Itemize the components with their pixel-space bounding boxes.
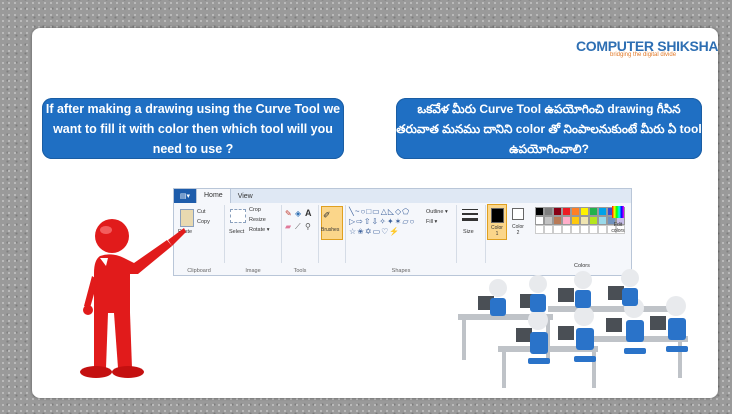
palette-swatch[interactable] (544, 216, 553, 225)
color-picker-icon[interactable]: ⟋ (295, 222, 301, 232)
size-group: Size (457, 205, 486, 263)
question-english: If after making a drawing using the Curv… (42, 98, 344, 159)
select-icon (230, 209, 246, 223)
shapes-row-1[interactable]: ╲~○□▭△◺◇⬠ (349, 207, 410, 216)
red-pointing-figure (80, 219, 186, 378)
ribbon-tabs: ▤▾ Home View (174, 189, 631, 203)
color2-button[interactable]: Color 2 (509, 204, 527, 238)
cut-button[interactable]: Cut (197, 209, 206, 215)
size-line-1 (462, 209, 478, 210)
image-label: Image (245, 268, 261, 274)
palette-swatch[interactable] (535, 216, 544, 225)
color2-swatch (512, 208, 524, 220)
palette-swatch[interactable] (589, 207, 598, 216)
pencil-icon[interactable]: ✎ (285, 209, 292, 218)
rotate-button[interactable]: Rotate ▾ (249, 227, 270, 233)
tools-label: Tools (293, 268, 307, 274)
palette-swatch-empty[interactable] (598, 225, 607, 234)
edit-colors-label: Edit colors (611, 222, 625, 234)
crop-button[interactable]: Crop (249, 207, 261, 213)
palette-swatch[interactable] (571, 207, 580, 216)
question-english-text: If after making a drawing using the Curv… (45, 101, 341, 156)
outline-button[interactable]: Outline ▾ (426, 209, 448, 215)
palette-swatch[interactable] (535, 207, 544, 216)
ribbon-body: Paste Cut Copy Clipboard Select Crop Res… (174, 203, 631, 275)
palette-swatch[interactable] (580, 207, 589, 216)
slide: COMPUTER SHIKSHA bridging the digital di… (32, 28, 718, 398)
palette-swatch[interactable] (562, 216, 571, 225)
palette-swatch-empty[interactable] (553, 225, 562, 234)
palette-swatch[interactable] (553, 207, 562, 216)
fill-button[interactable]: Fill ▾ (426, 219, 437, 225)
fill-icon[interactable]: ◈ (295, 209, 301, 218)
brushes-group: ✐ Brushes (319, 205, 346, 263)
tools-group: ✎ ◈ A ▰ ⟋ ⚲ Tools (282, 205, 319, 274)
size-button[interactable]: Size (463, 229, 474, 235)
select-button[interactable]: Select (229, 229, 244, 235)
image-group: Select Crop Resize Rotate ▾ Image (225, 205, 282, 274)
magnifier-icon[interactable]: ⚲ (305, 222, 311, 231)
palette-swatch[interactable] (589, 216, 598, 225)
resize-button[interactable]: Resize (249, 217, 266, 223)
computer-shiksha-logo: COMPUTER SHIKSHA bridging the digital di… (576, 38, 718, 68)
file-menu-button[interactable]: ▤▾ (174, 189, 196, 203)
color1-label: Color 1 (491, 225, 503, 237)
palette-swatch[interactable] (598, 216, 607, 225)
copy-button[interactable]: Copy (197, 219, 210, 225)
palette-swatch[interactable] (598, 207, 607, 216)
shapes-row-3[interactable]: ☆✬✡▭♡⚡ (349, 227, 400, 236)
palette-swatch[interactable] (562, 207, 571, 216)
classroom-illustration (458, 269, 688, 388)
palette-swatch[interactable] (553, 216, 562, 225)
palette-swatch-empty[interactable] (571, 225, 580, 234)
tab-home[interactable]: Home (196, 189, 231, 203)
palette-swatch-empty[interactable] (544, 225, 553, 234)
color1-swatch (491, 208, 504, 223)
rainbow-icon (612, 206, 624, 218)
palette-swatch-empty[interactable] (535, 225, 544, 234)
eraser-icon[interactable]: ▰ (285, 222, 291, 231)
paint-ribbon: ▤▾ Home View Paste Cut Copy Clipboard Se… (173, 188, 632, 276)
palette-swatch-empty[interactable] (580, 225, 589, 234)
size-line-2 (462, 213, 478, 215)
color2-label: Color 2 (512, 224, 524, 236)
size-line-3 (462, 218, 478, 221)
tab-view[interactable]: View (231, 193, 260, 200)
color1-button[interactable]: Color 1 (487, 204, 507, 240)
palette-swatch[interactable] (580, 216, 589, 225)
edit-colors-button[interactable]: Edit colors (608, 204, 628, 244)
brush-icon: ✐ (323, 210, 331, 220)
palette-swatch[interactable] (544, 207, 553, 216)
question-telugu-text: ఒకవేళ మీరు Curve Tool ఉపయోగించి drawing … (396, 101, 702, 156)
shapes-row-2[interactable]: ▷⇨⇧⇩✧✦✶▱○ (349, 217, 415, 226)
palette-swatch[interactable] (571, 216, 580, 225)
question-telugu: ఒకవేళ మీరు Curve Tool ఉపయోగించి drawing … (396, 98, 702, 159)
brushes-label: Brushes (321, 227, 340, 233)
palette-swatch-empty[interactable] (562, 225, 571, 234)
palette-swatch-empty[interactable] (589, 225, 598, 234)
shapes-group: ╲~○□▭△◺◇⬠ ▷⇨⇧⇩✧✦✶▱○ ☆✬✡▭♡⚡ Outline ▾ Fil… (346, 205, 457, 274)
text-tool-icon[interactable]: A (305, 208, 312, 218)
